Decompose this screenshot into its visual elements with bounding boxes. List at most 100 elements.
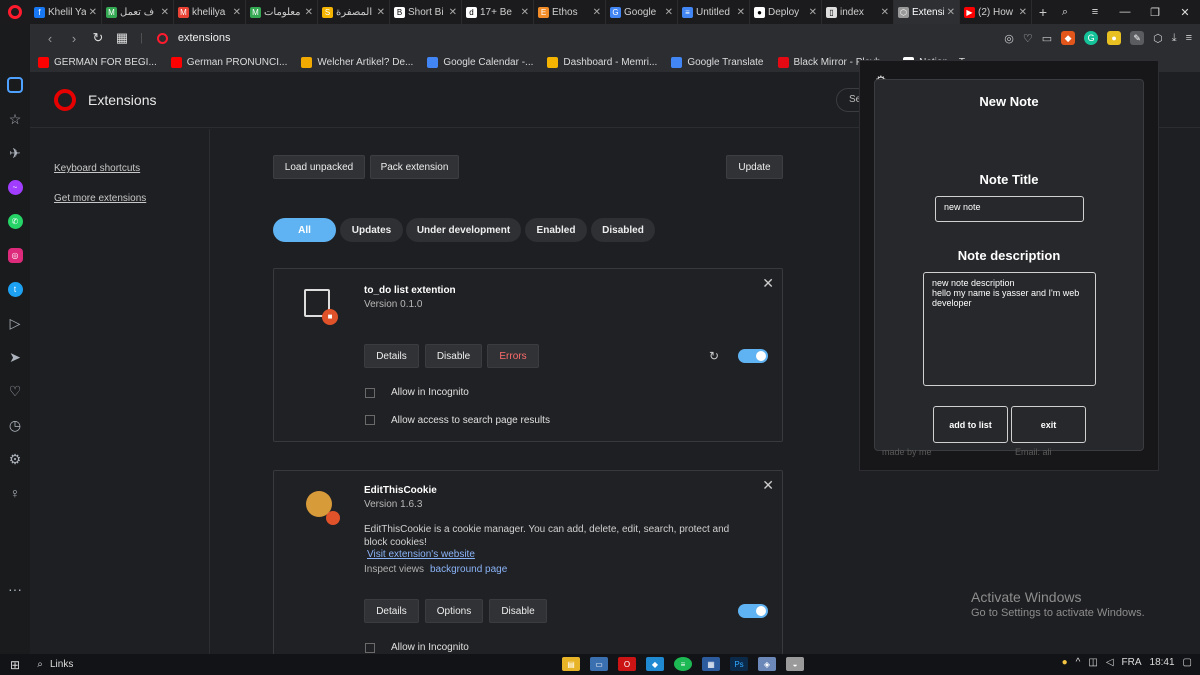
sidebar-send-icon[interactable]: ➤ [0,340,30,374]
incognito-checkbox[interactable] [365,643,375,653]
tab-close-icon[interactable]: ✕ [521,7,529,18]
tab[interactable]: ≡ Untitled ✕ [678,0,750,24]
network-app-icon[interactable]: ◈ [758,657,776,671]
options-button[interactable]: Options [425,599,483,623]
sidebar-history-icon[interactable]: ◷ [0,408,30,442]
opera-taskbar-icon[interactable]: O [618,657,636,671]
paint-icon[interactable]: ◒ [786,657,804,671]
app-icon[interactable]: ▦ [702,657,720,671]
reload-extension-icon[interactable]: ↻ [709,349,719,363]
opera-menu-button[interactable] [0,0,30,24]
vpn-extension-icon[interactable]: ◆ [1061,31,1076,45]
details-button[interactable]: Details [364,599,419,623]
sidebar-star-icon[interactable]: ☆ [0,102,30,136]
tab[interactable]: Mف تعمل ✕ [102,0,174,24]
language-indicator[interactable]: FRA [1122,657,1142,668]
remove-extension-icon[interactable]: ✕ [762,275,774,292]
sidebar-aria-icon[interactable]: ✈ [0,136,30,170]
tab-close-icon[interactable]: ✕ [809,7,817,18]
notifications-icon[interactable]: ▢ [1183,657,1192,668]
sidebar-home-icon[interactable] [0,68,30,102]
maximize-button[interactable]: ❐ [1140,6,1170,19]
vscode-icon[interactable]: ◆ [646,657,664,671]
sidebar-heart-icon[interactable]: ♡ [0,374,30,408]
heart-icon[interactable]: ♡ [1023,32,1033,45]
wallet-icon[interactable]: ▭ [1042,32,1052,45]
note-title-input[interactable]: new note [935,196,1084,222]
tab-close-icon[interactable]: ✕ [89,7,97,18]
weather-icon[interactable]: ● [1062,657,1068,668]
tab[interactable]: E Ethos ✕ [534,0,606,24]
extensions-cube-icon[interactable]: ⬡ [1153,32,1163,45]
tab[interactable]: ▯ index ✕ [822,0,894,24]
bookmark-item[interactable]: German PRONUNCI... [170,56,287,68]
extension-toggle[interactable] [738,349,768,363]
tab-close-icon[interactable]: ✕ [881,7,889,18]
tray-volume-icon[interactable]: ◁ [1106,657,1114,668]
pack-extension-button[interactable]: Pack extension [370,155,459,179]
tab[interactable]: G Google ✕ [606,0,678,24]
tab-close-icon[interactable]: ✕ [665,7,673,18]
incognito-checkbox[interactable] [365,388,375,398]
disable-button[interactable]: Disable [489,599,547,623]
bookmark-item[interactable]: Dashboard - Memri... [547,56,657,68]
close-window-button[interactable]: ✕ [1170,6,1200,19]
grammarly-icon[interactable]: G [1084,31,1099,45]
photoshop-icon[interactable]: Ps [730,657,748,671]
tab-close-icon[interactable]: ✕ [737,7,745,18]
filter-under-development[interactable]: Under development [406,218,521,242]
menu-icon[interactable]: ≡ [1186,32,1192,44]
todo-extension-icon[interactable]: ✎ [1130,31,1145,45]
tab-close-icon[interactable]: ✕ [449,7,457,18]
tab[interactable]: ▶ (2) How ✕ [960,0,1032,24]
camera-icon[interactable]: ◎ [1004,32,1014,45]
tab-close-icon[interactable]: ✕ [593,7,601,18]
tab[interactable]: d 17+ Be ✕ [462,0,534,24]
exit-button[interactable]: exit [1011,406,1086,443]
search-results-checkbox[interactable] [365,415,375,425]
sidebar-messenger-icon[interactable]: ~ [0,170,30,204]
search-tabs-icon[interactable]: ⌕ [1050,6,1080,19]
monitor-app-icon[interactable]: ▭ [590,657,608,671]
tab-close-icon[interactable]: ✕ [305,7,313,18]
tab[interactable]: S المصفرة ✕ [318,0,390,24]
cookie-extension-icon[interactable]: ● [1107,31,1122,45]
website-link[interactable]: Visit extension's website [367,549,475,560]
update-button[interactable]: Update [726,155,783,179]
sidebar-whatsapp-icon[interactable]: ✆ [0,204,30,238]
tab-close-icon[interactable]: ✕ [233,7,241,18]
sidebar-more-icon[interactable]: ··· [0,572,30,606]
details-button[interactable]: Details [364,344,419,368]
filter-all[interactable]: All [273,218,336,242]
background-page-link[interactable]: background page [430,564,507,575]
sidebar-bulb-icon[interactable]: ♀ [0,476,30,510]
tab[interactable]: B Short Bi ✕ [390,0,462,24]
tab[interactable]: ● Deploy ✕ [750,0,822,24]
tab-close-icon[interactable]: ✕ [161,7,169,18]
disable-button[interactable]: Disable [425,344,482,368]
taskbar-search-icon[interactable]: ⌕ [30,659,50,670]
clock[interactable]: 18:41 [1150,657,1175,668]
bookmark-item[interactable]: GERMAN FOR BEGI... [38,56,157,68]
bookmark-item[interactable]: Google Translate [671,56,764,68]
tray-chevron-icon[interactable]: ^ [1076,657,1081,668]
errors-button[interactable]: Errors [487,344,539,368]
minimize-button[interactable]: — [1110,6,1140,18]
tab-close-icon[interactable]: ✕ [1019,7,1027,18]
sidebar-instagram-icon[interactable]: ◎ [0,238,30,272]
filter-disabled[interactable]: Disabled [591,218,655,242]
get-more-extensions-link[interactable]: Get more extensions [54,193,146,204]
sidebar-player-icon[interactable]: ▷ [0,306,30,340]
bookmark-item[interactable]: Welcher Artikel? De... [301,56,413,68]
filter-updates[interactable]: Updates [340,218,403,242]
remove-extension-icon[interactable]: ✕ [762,477,774,494]
bookmark-item[interactable]: Google Calendar -... [427,56,533,68]
tab-close-icon[interactable]: ✕ [377,7,385,18]
add-to-list-button[interactable]: add to list [933,406,1008,443]
forward-icon[interactable]: › [62,31,86,46]
easy-setup-icon[interactable]: ≡ [1080,6,1110,18]
tab-close-icon[interactable]: ✕ [947,7,955,18]
windows-start-icon[interactable]: ⊞ [0,658,30,672]
tab[interactable]: f Khelil Ya ✕ [30,0,102,24]
sidebar-twitter-icon[interactable]: t [0,272,30,306]
